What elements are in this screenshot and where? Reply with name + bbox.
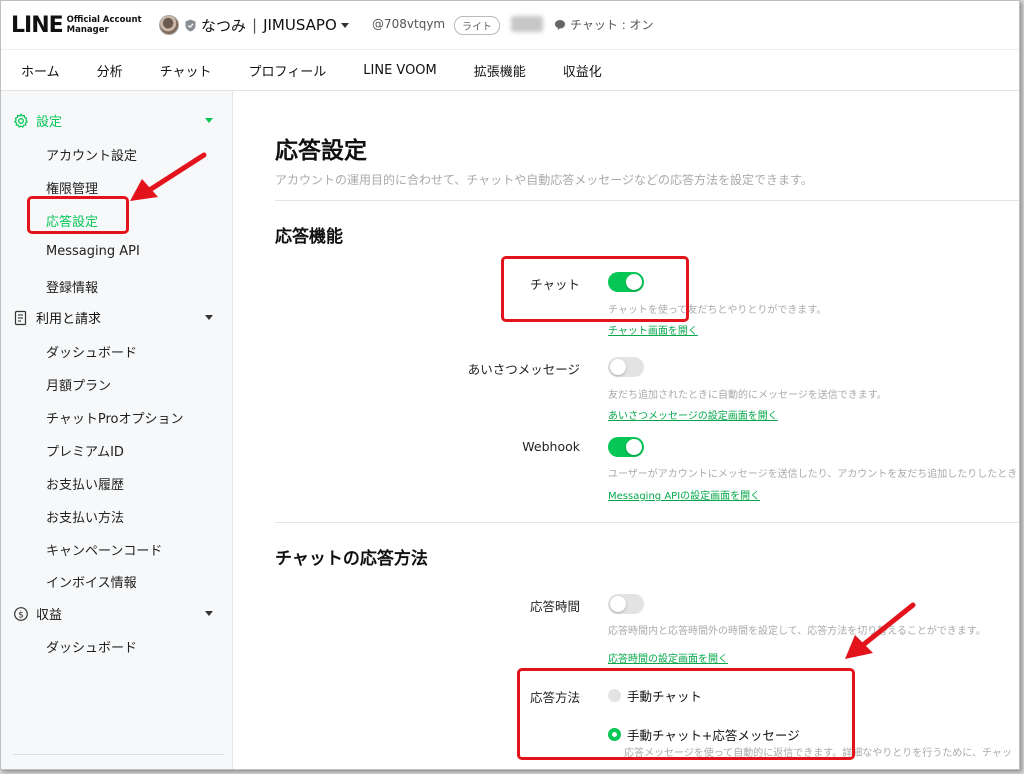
webhook-description: ユーザーがアカウントにメッセージを送信したり、アカウントを友だち追加したりしたと… [608,469,1018,480]
sidebar-item-response-settings[interactable]: 応答設定 [46,211,98,230]
sidebar: 設定 アカウント設定 権限管理 応答設定 Messaging API 登録情報 … [1,91,233,769]
plan-badge: ライト [454,16,500,35]
logo-subtitle: Official Account Manager [67,15,142,35]
radio-button [608,689,621,702]
chat-label: チャット [530,277,580,292]
response-hours-label: 応答時間 [529,599,580,614]
sidebar-section-label: 設定 [36,115,63,130]
radio-label: 手動チャット+応答メッセージ [627,728,800,743]
greeting-message-label: あいさつメッセージ [467,362,580,377]
page-title: 応答設定 [275,138,367,164]
sidebar-item-dashboard[interactable]: ダッシュボード [46,342,137,361]
section-title-chat-response: チャットの応答方法 [275,549,428,569]
account-separator: | [252,16,258,34]
greeting-settings-link[interactable]: あいさつメッセージの設定画面を開く [608,407,778,422]
tab-analytics[interactable]: 分析 [87,61,133,80]
chevron-down-icon [340,22,349,28]
response-method-description: 応答メッセージを使って自動的に返信できます。詳細なやりとりを行うために、チャッ [624,748,1012,759]
tab-chat[interactable]: チャット [150,61,222,80]
sidebar-section-settings[interactable]: 設定 [13,111,213,130]
main-nav: ホーム 分析 チャット プロフィール LINE VOOM 拡張機能 収益化 [1,49,1019,91]
greeting-message-toggle[interactable] [608,357,644,377]
open-chat-link[interactable]: チャット画面を開く [608,322,698,337]
sidebar-item-messaging-api[interactable]: Messaging API [46,244,140,259]
section-title-response-features: 応答機能 [275,227,343,247]
blurred-info [511,16,543,32]
logo-subtitle-line-1: Official Account [66,15,142,25]
receipt-icon [14,310,27,325]
tab-profile[interactable]: プロフィール [239,61,337,80]
top-bar: LINE Official Account Manager なつみ | JIMU… [1,1,1019,49]
sidebar-item-payment-method[interactable]: お支払い方法 [46,507,124,526]
dollar-coin-icon: $ [14,606,28,621]
sidebar-item-chat-pro-option[interactable]: チャットProオプション [46,408,184,427]
chat-description: チャットを使って友だちとやりとりができます。 [608,305,827,316]
radio-button-checked [608,728,621,741]
sidebar-item-registration-info[interactable]: 登録情報 [46,277,98,296]
sidebar-section-label: 利用と請求 [36,312,102,327]
app-window: LINE Official Account Manager なつみ | JIMU… [0,0,1020,770]
shield-icon [185,19,196,31]
tab-monetization[interactable]: 収益化 [553,61,612,80]
sidebar-section-revenue[interactable]: $ 収益 [13,604,213,623]
sidebar-item-premium-id[interactable]: プレミアムID [46,441,124,460]
radio-manual-chat-and-auto-reply[interactable]: 手動チャット+応答メッセージ [608,725,800,744]
gear-icon [14,113,28,128]
chat-toggle[interactable] [608,272,644,292]
radio-manual-chat[interactable]: 手動チャット [608,686,702,705]
sidebar-section-billing[interactable]: 利用と請求 [13,308,213,327]
divider [275,200,1019,201]
sidebar-item-permissions[interactable]: 権限管理 [46,178,98,197]
radio-label: 手動チャット [627,689,702,704]
account-switcher[interactable]: なつみ | JIMUSAPO [159,13,349,37]
tab-extensions[interactable]: 拡張機能 [464,61,536,80]
logo-subtitle-line-2: Manager [66,25,109,35]
sidebar-divider [13,754,224,755]
chat-status: チャット : オン [554,16,654,33]
chat-status-label: チャット : オン [570,18,654,32]
messaging-api-settings-link[interactable]: Messaging APIの設定画面を開く [608,487,760,502]
main-content: 応答設定 アカウントの運用目的に合わせて、チャットや自動応答メッセージなどの応答… [234,91,1019,769]
response-hours-settings-link[interactable]: 応答時間の設定画面を開く [608,650,728,665]
chevron-down-icon [205,118,213,123]
chevron-down-icon [205,611,213,616]
divider [275,522,1019,523]
response-method-label: 応答方法 [529,690,580,705]
sidebar-section-label: 収益 [36,608,63,623]
response-hours-toggle[interactable] [608,594,644,614]
sidebar-item-invoice-info[interactable]: インボイス情報 [46,572,137,591]
sidebar-item-payment-history[interactable]: お支払い履歴 [46,474,124,493]
tab-home[interactable]: ホーム [11,61,70,80]
account-name: なつみ [201,16,247,35]
sidebar-item-account-settings[interactable]: アカウント設定 [46,145,137,164]
webhook-toggle[interactable] [608,437,644,457]
webhook-label: Webhook [522,439,580,454]
svg-text:$: $ [18,610,24,620]
sidebar-item-monthly-plan[interactable]: 月額プラン [46,375,111,394]
chat-bubble-icon [555,19,565,30]
account-id: @708vtqym [372,17,446,31]
logo-wordmark: LINE [11,12,64,38]
tab-line-voom[interactable]: LINE VOOM [353,63,447,78]
sidebar-item-campaign-code[interactable]: キャンペーンコード [46,540,162,559]
chevron-down-icon [205,315,213,320]
greeting-message-description: 友だち追加されたときに自動的にメッセージを送信できます。 [608,390,887,401]
sidebar-item-revenue-dashboard[interactable]: ダッシュボード [46,637,137,656]
line-oa-manager-logo[interactable]: LINE Official Account Manager [11,13,142,38]
response-hours-description: 応答時間内と応答時間外の時間を設定して、応答方法を切り替えることができます。 [608,626,986,637]
account-org: JIMUSAPO [263,16,337,34]
page-description: アカウントの運用目的に合わせて、チャットや自動応答メッセージなどの応答方法を設定… [275,173,813,187]
avatar [159,15,179,35]
